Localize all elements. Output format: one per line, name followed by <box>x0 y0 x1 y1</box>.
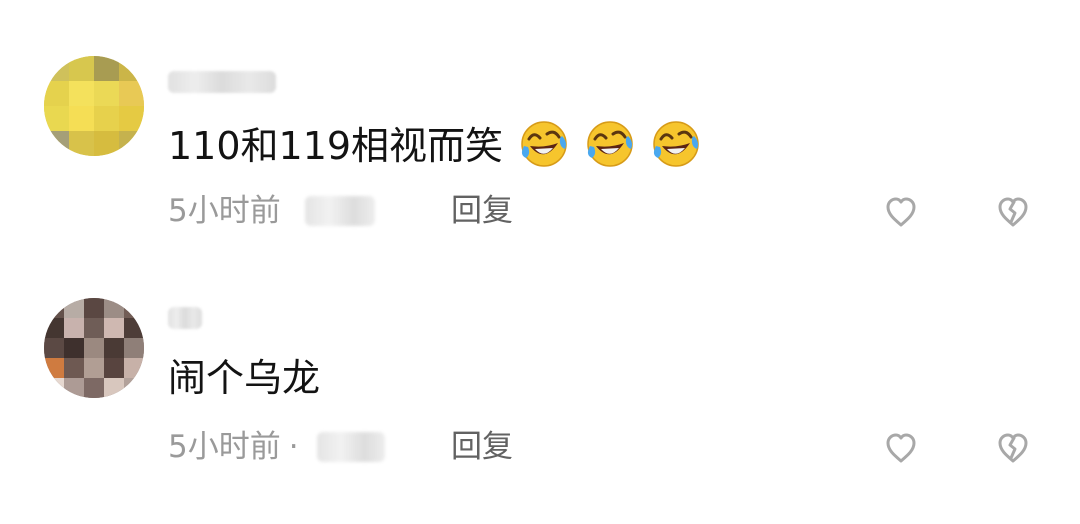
heart-outline-icon <box>886 433 916 463</box>
rolling-on-floor-laughing-icon <box>587 121 633 167</box>
username-blurred[interactable] <box>168 307 202 329</box>
like-button[interactable] <box>880 427 922 469</box>
commenter-avatar[interactable] <box>44 298 144 398</box>
comment-meta: 5小时前 · <box>168 426 385 468</box>
comment-text: 闹个乌龙 <box>168 355 320 401</box>
comment-time: 5小时前 <box>168 193 281 229</box>
like-button[interactable] <box>880 191 922 233</box>
heart-outline-icon <box>886 197 916 227</box>
rolling-on-floor-laughing-icon <box>521 121 567 167</box>
username-blurred[interactable] <box>168 71 276 93</box>
meta-separator: · <box>288 429 299 465</box>
reply-button[interactable]: 回复 <box>451 426 513 468</box>
dislike-button[interactable] <box>992 191 1034 233</box>
avatar-image <box>44 56 144 156</box>
comment-text-content: 闹个乌龙 <box>168 356 321 400</box>
avatar-image <box>44 298 144 398</box>
comment-meta: 5小时前 <box>168 190 375 232</box>
location-blurred <box>316 432 385 462</box>
comment-time: 5小时前 <box>168 429 281 465</box>
broken-heart-icon <box>998 197 1028 227</box>
broken-heart-icon <box>998 433 1028 463</box>
location-blurred <box>304 196 375 226</box>
reply-button[interactable]: 回复 <box>451 190 513 232</box>
rolling-on-floor-laughing-icon <box>653 121 700 167</box>
emoji-group <box>519 119 705 179</box>
dislike-button[interactable] <box>992 427 1034 469</box>
comment-text-content: 110和119相视而笑 <box>168 124 504 168</box>
commenter-avatar[interactable] <box>44 56 144 156</box>
comment-text: 110和119相视而笑 <box>168 119 705 179</box>
